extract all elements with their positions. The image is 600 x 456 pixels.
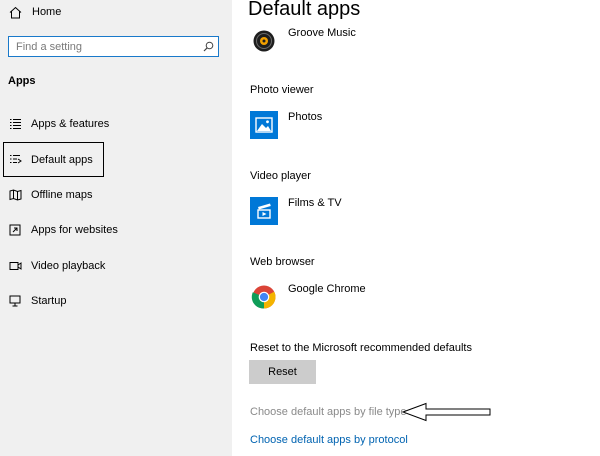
home-nav-item[interactable]: Home	[8, 3, 61, 21]
list-icon	[8, 117, 22, 131]
open-external-icon	[8, 223, 22, 237]
choose-by-protocol-link[interactable]: Choose default apps by protocol	[250, 434, 408, 446]
reset-button[interactable]: Reset	[249, 360, 316, 384]
search-icon[interactable]	[200, 39, 216, 55]
video-app-button[interactable]: Films & TV	[250, 197, 342, 225]
reset-description: Reset to the Microsoft recommended defau…	[250, 342, 472, 354]
sidebar-item-label: Offline maps	[31, 189, 93, 201]
search-box[interactable]	[8, 36, 219, 57]
video-app-name: Films & TV	[288, 197, 342, 209]
groove-music-icon	[250, 27, 278, 55]
sidebar-item-video-playback[interactable]: Video playback	[8, 257, 105, 275]
music-app-name: Groove Music	[288, 27, 356, 39]
sidebar-item-label: Apps & features	[31, 118, 110, 130]
sidebar-item-label: Startup	[31, 295, 67, 307]
sidebar-item-startup[interactable]: Startup	[8, 292, 66, 310]
sidebar-item-offline-maps[interactable]: Offline maps	[8, 186, 93, 204]
home-icon	[8, 5, 22, 19]
sidebar-item-label: Apps for websites	[31, 224, 118, 236]
page-title: Default apps	[248, 0, 361, 20]
sidebar-item-apps-features[interactable]: Apps & features	[8, 115, 109, 133]
browser-app-button[interactable]: Google Chrome	[250, 283, 366, 311]
sidebar-item-label: Video playback	[31, 260, 106, 272]
search-input[interactable]	[9, 40, 200, 53]
photo-app-button[interactable]: Photos	[250, 111, 322, 139]
default-apps-icon	[8, 153, 22, 167]
video-icon	[8, 259, 22, 273]
films-tv-icon	[250, 197, 278, 225]
map-icon	[8, 188, 22, 202]
photo-viewer-label: Photo viewer	[250, 84, 314, 96]
browser-app-name: Google Chrome	[288, 283, 366, 295]
annotation-arrow-icon	[402, 402, 491, 422]
video-player-label: Video player	[250, 170, 311, 182]
chrome-icon	[250, 283, 278, 311]
choose-by-file-type-link[interactable]: Choose default apps by file type	[250, 406, 407, 418]
sidebar: Home Apps Apps & features Default apps O…	[0, 0, 232, 456]
music-app-button[interactable]: Groove Music	[250, 27, 356, 55]
web-browser-label: Web browser	[250, 256, 315, 268]
sidebar-item-label: Default apps	[31, 154, 93, 166]
section-title: Apps	[8, 75, 36, 87]
home-label: Home	[32, 6, 62, 18]
photo-app-name: Photos	[288, 111, 323, 123]
sidebar-item-default-apps[interactable]: Default apps	[8, 151, 93, 169]
startup-icon	[8, 294, 22, 308]
photos-icon	[250, 111, 278, 139]
sidebar-item-apps-for-websites[interactable]: Apps for websites	[8, 221, 118, 239]
